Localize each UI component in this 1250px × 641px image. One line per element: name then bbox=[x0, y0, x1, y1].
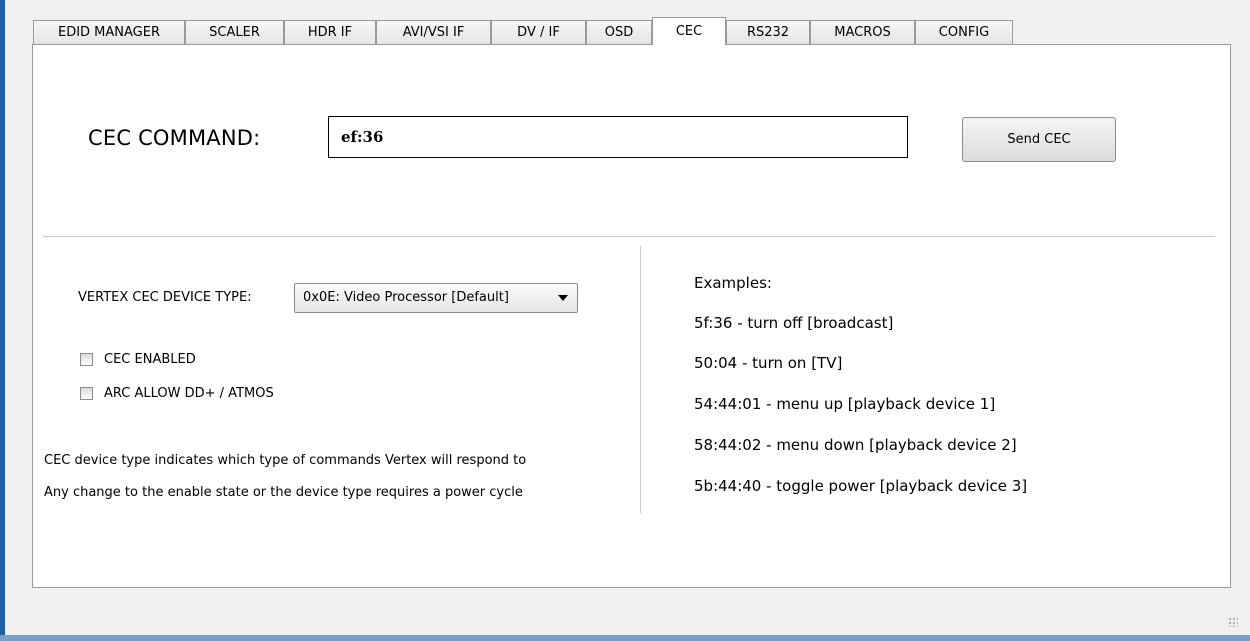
vertical-divider bbox=[640, 246, 641, 513]
example-line: 5f:36 - turn off [broadcast] bbox=[694, 314, 894, 332]
window-frame-left bbox=[0, 0, 5, 641]
tab-osd[interactable]: OSD bbox=[586, 20, 652, 44]
cec-enabled-checkbox[interactable] bbox=[80, 353, 93, 366]
tab-avi-vsi-if[interactable]: AVI/VSI IF bbox=[376, 20, 491, 44]
caret-down-icon bbox=[558, 295, 568, 301]
example-line: 50:04 - turn on [TV] bbox=[694, 354, 843, 372]
device-type-note: CEC device type indicates which type of … bbox=[44, 453, 527, 468]
tab-cec[interactable]: CEC bbox=[652, 17, 726, 45]
arc-allow-label: ARC ALLOW DD+ / ATMOS bbox=[104, 386, 274, 401]
tab-macros[interactable]: MACROS bbox=[810, 20, 915, 44]
tab-dv-if[interactable]: DV / IF bbox=[491, 20, 586, 44]
horizontal-divider bbox=[43, 236, 1215, 237]
device-type-selected-value: 0x0E: Video Processor [Default] bbox=[303, 290, 509, 305]
example-line: 5b:44:40 - toggle power [playback device… bbox=[694, 477, 1028, 495]
device-type-label: VERTEX CEC DEVICE TYPE: bbox=[78, 290, 252, 305]
device-type-select[interactable]: 0x0E: Video Processor [Default] bbox=[294, 283, 578, 313]
example-line: 58:44:02 - menu down [playback device 2] bbox=[694, 436, 1017, 454]
power-cycle-note: Any change to the enable state or the de… bbox=[44, 485, 523, 500]
window-frame-bottom bbox=[0, 635, 1250, 641]
resize-grip-icon[interactable] bbox=[1228, 617, 1238, 627]
examples-title: Examples: bbox=[694, 274, 772, 292]
cec-enabled-label: CEC ENABLED bbox=[104, 352, 196, 367]
cec-command-input[interactable] bbox=[328, 116, 908, 158]
arc-allow-checkbox[interactable] bbox=[80, 387, 93, 400]
example-line: 54:44:01 - menu up [playback device 1] bbox=[694, 395, 996, 413]
tab-scaler[interactable]: SCALER bbox=[185, 20, 284, 44]
tab-hdr-if[interactable]: HDR IF bbox=[284, 20, 376, 44]
tab-edid-manager[interactable]: EDID MANAGER bbox=[33, 20, 185, 44]
tab-config[interactable]: CONFIG bbox=[915, 20, 1013, 44]
tab-rs232[interactable]: RS232 bbox=[726, 20, 810, 44]
send-cec-button[interactable]: Send CEC bbox=[962, 117, 1116, 162]
cec-command-label: CEC COMMAND: bbox=[88, 126, 261, 150]
